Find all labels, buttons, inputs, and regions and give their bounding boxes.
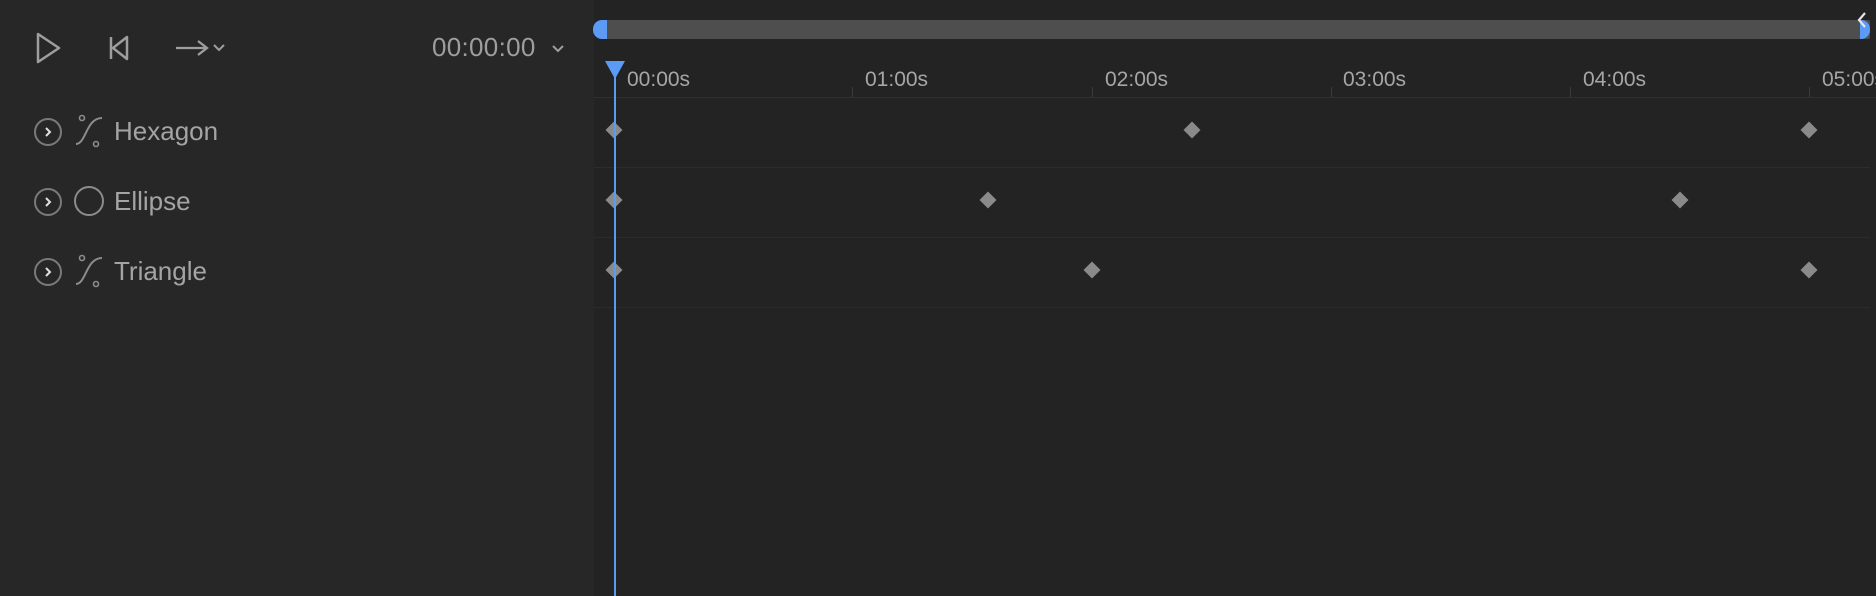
- path-icon: [75, 254, 103, 288]
- track-row-triangle[interactable]: [594, 237, 1870, 308]
- tick-mark: [852, 87, 853, 97]
- keyframe[interactable]: [1183, 121, 1201, 139]
- chevron-down-icon: [552, 45, 564, 53]
- ellipse-icon: [74, 186, 104, 216]
- time-ruler[interactable]: 00:00s 01:00s 02:00s 03:00s 04:00s 05:00…: [594, 60, 1876, 98]
- layers-panel: 00:00:00 Hexagon Ellipse Triangle: [0, 0, 594, 596]
- tick-label: 01:00s: [865, 68, 929, 91]
- tick-mark: [1809, 87, 1810, 97]
- time-display-dropdown[interactable]: 00:00:00: [432, 32, 565, 63]
- expand-button[interactable]: [34, 188, 62, 216]
- track-row-hexagon[interactable]: [594, 97, 1870, 168]
- playback-mode-dropdown[interactable]: [170, 30, 230, 66]
- layer-name: Ellipse: [114, 186, 191, 216]
- keyframe[interactable]: [979, 191, 997, 209]
- expand-button[interactable]: [34, 118, 62, 146]
- rewind-button[interactable]: [100, 30, 136, 66]
- playhead-handle[interactable]: [605, 61, 625, 79]
- tick-label: 00:00s: [627, 68, 691, 91]
- scrollbar-start-handle[interactable]: [593, 20, 607, 39]
- keyframe[interactable]: [1671, 191, 1689, 209]
- timeline-scrollbar[interactable]: [600, 20, 1870, 39]
- path-icon: [75, 114, 103, 148]
- layer-name: Hexagon: [114, 116, 219, 146]
- tick-mark: [1331, 87, 1332, 97]
- tick-label: 02:00s: [1105, 68, 1169, 91]
- skip-to-start-icon: [109, 35, 129, 61]
- play-icon: [36, 32, 61, 64]
- layer-row-hexagon[interactable]: Hexagon: [0, 98, 594, 168]
- tick-label: 04:00s: [1583, 68, 1647, 91]
- chevron-left-icon[interactable]: [1855, 10, 1869, 30]
- tick-label: 05:00s: [1822, 68, 1876, 91]
- layer-name: Triangle: [114, 256, 207, 286]
- track-row-ellipse[interactable]: [594, 167, 1870, 238]
- chevron-right-icon: [45, 127, 52, 137]
- tick-mark: [1570, 87, 1571, 97]
- tick-label: 03:00s: [1343, 68, 1407, 91]
- keyframe[interactable]: [1083, 261, 1101, 279]
- keyframe[interactable]: [1800, 261, 1818, 279]
- expand-button[interactable]: [34, 258, 62, 286]
- chevron-down-icon: [213, 44, 225, 52]
- tick-mark: [1092, 87, 1093, 97]
- current-time: 00:00:00: [432, 32, 536, 62]
- play-button[interactable]: [30, 30, 66, 66]
- keyframe[interactable]: [1800, 121, 1818, 139]
- arrow-right-icon: [176, 40, 209, 56]
- layer-row-ellipse[interactable]: Ellipse: [0, 168, 594, 238]
- chevron-right-icon: [45, 197, 52, 207]
- playhead-line: [614, 72, 616, 596]
- layer-row-triangle[interactable]: Triangle: [0, 238, 594, 308]
- chevron-right-icon: [45, 267, 52, 277]
